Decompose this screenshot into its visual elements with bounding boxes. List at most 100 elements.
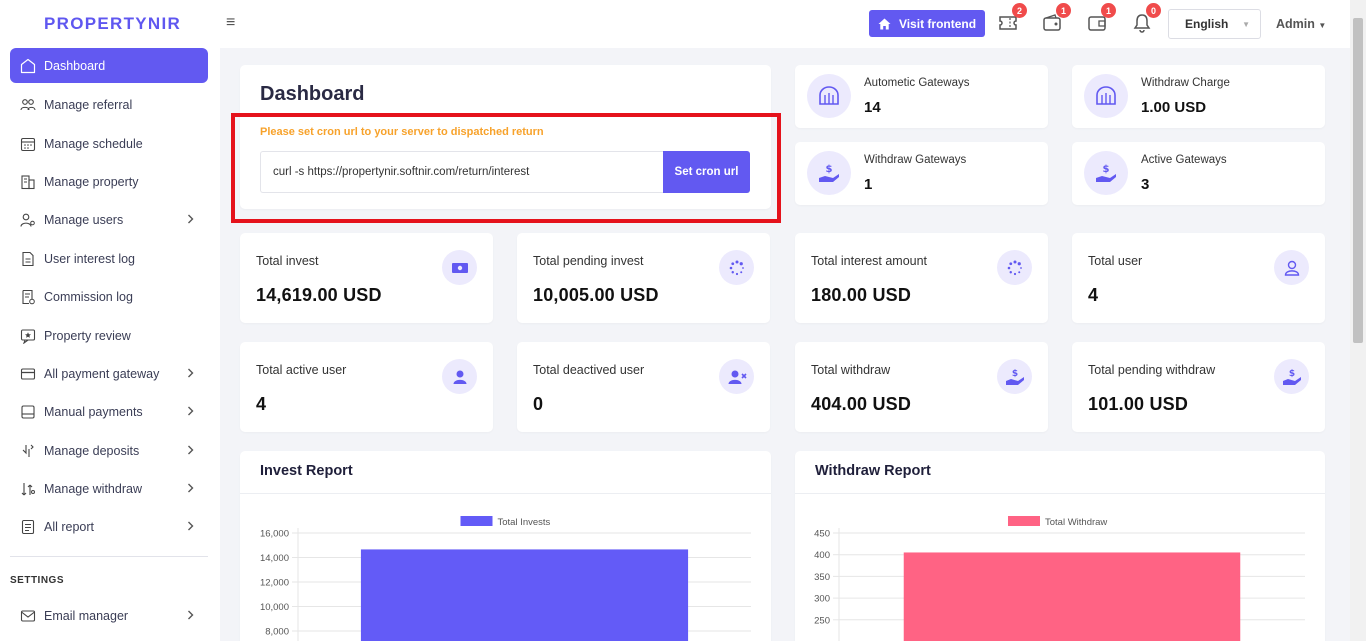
invest-chart: Total Invests 16,000 14,000 12,000 10,000 8,0… — [260, 516, 751, 641]
user-filled-icon — [442, 359, 477, 394]
wallet-badge: 1 — [1056, 3, 1071, 18]
sidebar-item-label: Manage property — [44, 174, 139, 189]
y-tick-label: 16,000 — [260, 529, 289, 540]
sidebar-divider — [10, 556, 208, 557]
bar — [360, 549, 689, 641]
visit-frontend-label: Visit frontend — [898, 16, 977, 31]
sidebar-item-dashboard[interactable]: Dashboard — [10, 48, 208, 83]
stat-label: Total pending withdraw — [1088, 363, 1216, 377]
home-icon — [20, 58, 36, 74]
file-icon — [20, 251, 36, 267]
user-icon — [1274, 250, 1309, 285]
hand-dollar-icon: $ — [1274, 359, 1309, 394]
gateway-label: Withdraw Charge — [1141, 77, 1230, 89]
sidebar-item-all-payment-gateway[interactable]: All payment gateway — [10, 355, 208, 393]
gateway-card-active: $ Active Gateways 3 — [1072, 142, 1325, 205]
stat-card: Total user 4 — [1072, 233, 1325, 323]
brand-logo[interactable]: PROPERTYNIR — [44, 14, 181, 34]
page-scrollbar[interactable] — [1350, 0, 1366, 641]
sidebar-item-label: Property review — [44, 328, 131, 343]
user-x-icon — [719, 359, 754, 394]
y-tick-label: 12,000 — [260, 578, 289, 589]
stat-label: Total invest — [256, 254, 319, 268]
sidebar-item-label: Dashboard — [44, 58, 106, 73]
gateway-label: Autometic Gateways — [864, 77, 970, 89]
sidebar-item-email-manager[interactable]: Email manager — [10, 597, 208, 635]
topbar: ≡ Visit frontend 2 1 1 0 English ▼ Admin… — [220, 0, 1350, 48]
sidebar-item-label: User interest log — [44, 251, 136, 266]
card-icon — [20, 366, 36, 382]
bell-icon[interactable]: 0 — [1131, 3, 1161, 34]
language-select[interactable]: English ▼ — [1168, 9, 1261, 39]
y-tick-label: 8,000 — [265, 627, 289, 638]
y-tick-label: 250 — [814, 615, 830, 626]
admin-label: Admin — [1276, 17, 1315, 31]
svg-text:$: $ — [1011, 369, 1017, 379]
notification-badge: 0 — [1146, 3, 1161, 18]
gateway-card-automatic: Autometic Gateways 14 — [795, 65, 1048, 128]
stat-label: Total interest amount — [811, 254, 928, 268]
gateway-value: 1 — [864, 176, 873, 193]
sidebar-item-label: All payment gateway — [44, 366, 160, 381]
sidebar-item-manage-users[interactable]: Manage users — [10, 201, 208, 239]
sidebar-item-all-report[interactable]: All report — [10, 508, 208, 546]
gateway-card-withdraw-charge: Withdraw Charge 1.00 USD — [1072, 65, 1325, 128]
money-icon — [442, 250, 477, 285]
svg-text:$: $ — [826, 164, 833, 175]
sidebar-item-user-interest-log[interactable]: User interest log — [10, 240, 208, 278]
stat-label: Total pending invest — [533, 254, 644, 268]
bank-icon — [807, 74, 851, 118]
stat-label: Total deactived user — [533, 363, 645, 377]
users-icon — [20, 97, 36, 113]
sidebar-item-manage-schedule[interactable]: Manage schedule — [10, 124, 208, 162]
menu-toggle-icon[interactable]: ≡ — [226, 14, 235, 32]
withdraw-report-card: Withdraw Report Total Withdraw 450 400 350 3… — [795, 451, 1325, 641]
bank-icon — [1084, 74, 1128, 118]
sidebar-item-property-review[interactable]: Property review — [10, 316, 208, 354]
stat-card: Total interest amount 180.00 USD — [795, 233, 1048, 323]
visit-frontend-button[interactable]: Visit frontend — [869, 10, 985, 37]
stat-label: Total active user — [256, 363, 347, 377]
deposit-icon — [20, 443, 36, 459]
sidebar-item-commission-log[interactable]: Commission log — [10, 278, 208, 316]
gateway-value: 3 — [1141, 176, 1150, 193]
stat-value: 10,005.00 USD — [533, 285, 659, 305]
sidebar-item-manual-payments[interactable]: Manual payments — [10, 393, 208, 431]
deposit-wallet-icon[interactable]: 1 — [1086, 3, 1116, 34]
spinner-icon — [997, 250, 1032, 285]
y-tick-label: 300 — [814, 594, 830, 605]
stat-value: 101.00 USD — [1088, 394, 1189, 414]
hand-dollar-icon: $ — [1084, 151, 1128, 195]
chevron-right-icon — [187, 405, 194, 420]
language-value: English — [1185, 17, 1229, 31]
scrollbar-thumb[interactable] — [1353, 18, 1363, 343]
wallet-icon[interactable]: 1 — [1041, 3, 1071, 34]
sidebar-item-label: Manage referral — [44, 98, 133, 113]
sidebar-item-label: Manage users — [44, 213, 124, 228]
y-tick-label: 14,000 — [260, 553, 289, 564]
gateway-label: Active Gateways — [1141, 154, 1227, 166]
y-tick-label: 10,000 — [260, 602, 289, 613]
stat-card: Total pending invest 10,005.00 USD — [517, 233, 770, 323]
sidebar-item-manage-deposits[interactable]: Manage deposits — [10, 432, 208, 470]
sidebar: PROPERTYNIR Dashboard Manage referral Mana… — [0, 0, 220, 641]
report-title: Invest Report — [260, 463, 353, 479]
stat-value: 4 — [256, 394, 267, 414]
sidebar-item-manage-referral[interactable]: Manage referral — [10, 86, 208, 124]
sidebar-item-manage-property[interactable]: Manage property — [10, 163, 208, 201]
chevron-right-icon — [187, 609, 194, 624]
chevron-right-icon — [187, 482, 194, 497]
settings-section-label: SETTINGS — [10, 575, 65, 586]
sidebar-item-label: Commission log — [44, 290, 133, 305]
invest-report-card: Invest Report Total Invests 16,000 14,000 1… — [240, 451, 771, 641]
wallet-icon — [20, 404, 36, 420]
admin-menu[interactable]: Admin ▼ — [1276, 17, 1326, 31]
gateway-card-withdraw: $ Withdraw Gateways 1 — [795, 142, 1048, 205]
svg-text:$: $ — [1288, 369, 1294, 379]
receipt-icon — [20, 289, 36, 305]
withdraw-chart: Total Withdraw 450 400 350 300 250 — [814, 516, 1305, 641]
ticket-icon[interactable]: 2 — [997, 3, 1027, 34]
chevron-right-icon — [187, 520, 194, 535]
sidebar-item-manage-withdraw[interactable]: Manage withdraw — [10, 470, 208, 508]
sidebar-item-label: Email manager — [44, 609, 129, 624]
